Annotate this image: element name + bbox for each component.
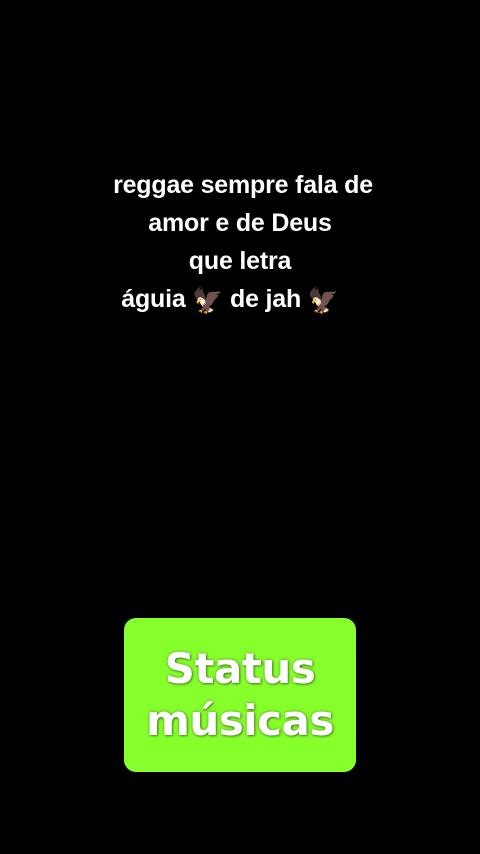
badge-line-musicas: músicas [146, 696, 334, 745]
status-musicas-badge: Status músicas [124, 618, 356, 772]
eagle-emoji-icon: 🦅 [192, 287, 224, 315]
caption-line-2: amor e de Deus [148, 209, 332, 237]
badge-line-status: Status [164, 644, 316, 693]
eagle-emoji-icon: 🦅 [307, 287, 339, 315]
caption-word-aguia: águia [121, 285, 186, 313]
caption-line-1: reggae sempre fala de [113, 171, 373, 199]
caption-line-3: que letra [188, 247, 292, 275]
caption-line-4: águia 🦅 de jah 🦅 [0, 280, 470, 318]
caption-text: reggae sempre fala de amor e de Deus que… [0, 166, 480, 318]
caption-word-de-jah: de jah [230, 285, 302, 313]
